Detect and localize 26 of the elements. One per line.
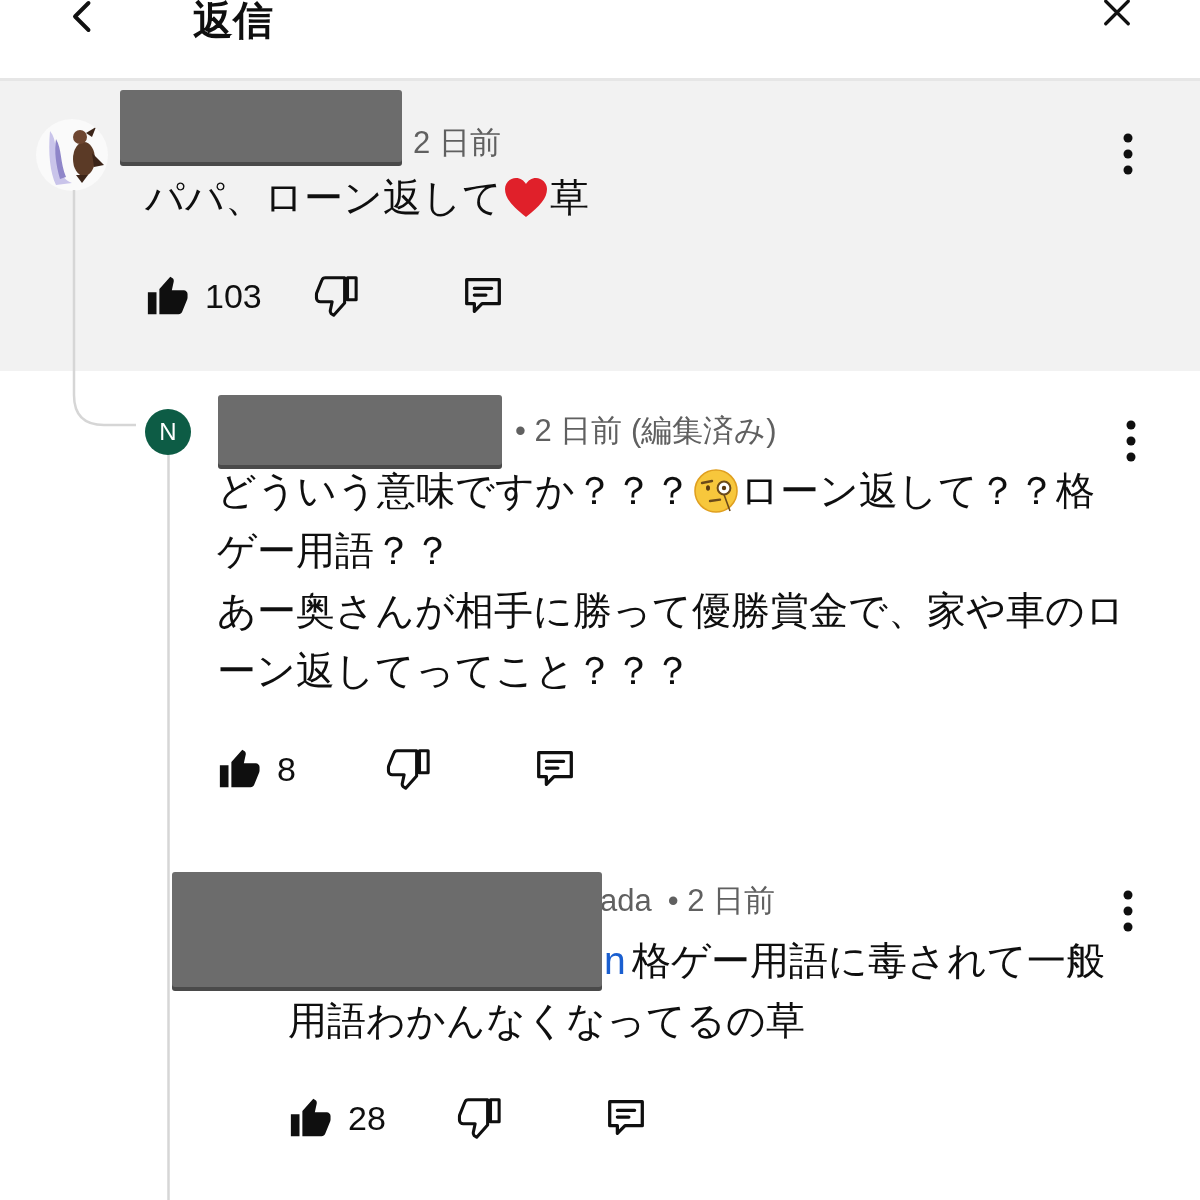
more-icon[interactable] bbox=[1122, 132, 1134, 176]
timestamp: • 2 日前 (編集済み) bbox=[515, 413, 777, 448]
author-name[interactable]: ada bbox=[600, 883, 652, 918]
comment-text: 草 bbox=[550, 175, 589, 221]
avatar: N bbox=[145, 409, 191, 455]
comment-text: パパ、ローン返して bbox=[145, 175, 502, 221]
more-icon[interactable] bbox=[1122, 889, 1134, 933]
thumbs-down-icon bbox=[385, 746, 431, 792]
like-button[interactable]: 28 bbox=[288, 1095, 456, 1141]
screen-title: 返信 bbox=[193, 0, 273, 40]
timestamp: 2 日前 bbox=[413, 125, 501, 160]
comment-text: 用語わかんなくなってるの草 bbox=[288, 998, 805, 1044]
comment-text: どういう意味ですか？？？ bbox=[217, 468, 692, 514]
comment-text: ローン返して？？格 bbox=[740, 468, 1095, 514]
like-button[interactable]: 8 bbox=[217, 746, 385, 792]
mention-link[interactable]: n bbox=[604, 931, 626, 991]
face-icon bbox=[692, 467, 740, 515]
timestamp: • 2 日前 bbox=[667, 883, 776, 918]
comment-text: 格ゲー用語に毒されて一般 bbox=[631, 938, 1105, 984]
comment-text: あー奥さんが相手に勝って優勝賞金で、家や車のロ bbox=[217, 588, 1125, 634]
more-icon[interactable] bbox=[1125, 419, 1137, 463]
comment-text: ーン返してってこと？？？ bbox=[217, 648, 692, 694]
like-button[interactable]: 103 bbox=[145, 273, 313, 319]
comment-text: ゲー用語？？ bbox=[217, 528, 452, 574]
thumbs-down-icon bbox=[313, 273, 359, 319]
thumbs-down-icon bbox=[456, 1095, 502, 1141]
